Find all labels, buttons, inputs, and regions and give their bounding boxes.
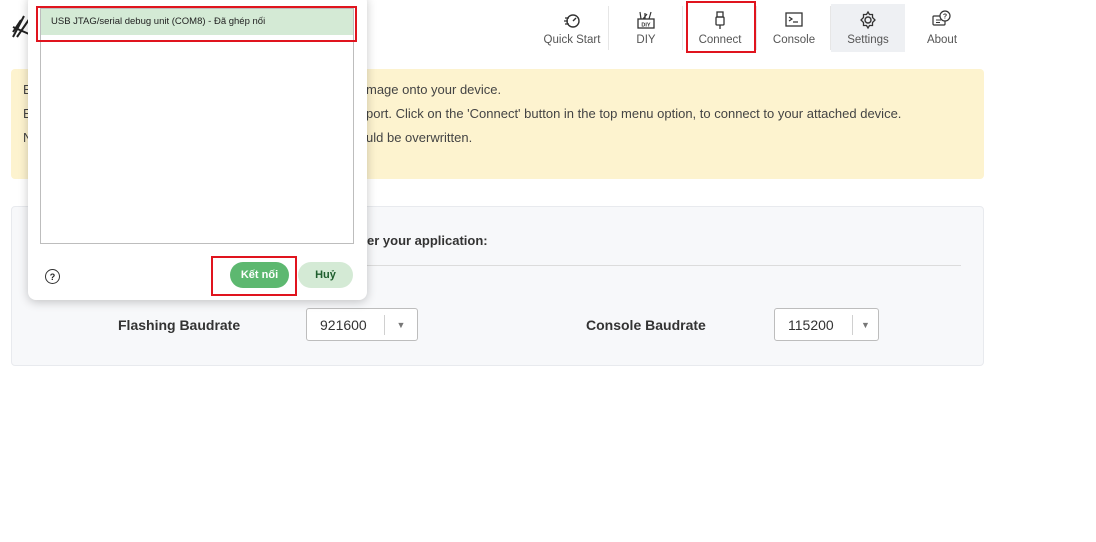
device-item[interactable]: USB JTAG/serial debug unit (COM8) - Đã g…: [41, 9, 353, 35]
flashing-baudrate-select[interactable]: 921600 ▼: [306, 308, 418, 341]
top-nav: Quick Start DIY DIY Connect Console Sett…: [535, 4, 979, 52]
nav-diy[interactable]: DIY DIY: [609, 4, 683, 52]
device-list[interactable]: USB JTAG/serial debug unit (COM8) - Đã g…: [40, 8, 354, 244]
cancel-button[interactable]: Huỷ: [298, 262, 353, 288]
nav-console[interactable]: Console: [757, 4, 831, 52]
nav-label: About: [926, 34, 958, 46]
help-icon[interactable]: ?: [45, 269, 60, 284]
console-baudrate-select[interactable]: 115200 ▼: [774, 308, 879, 341]
usb-icon: [709, 9, 731, 31]
console-baudrate-label: Console Baudrate: [586, 317, 706, 333]
nav-label: Quick Start: [543, 34, 601, 46]
terminal-icon: [783, 9, 805, 31]
divider: [357, 265, 961, 266]
nav-label: Console: [772, 34, 816, 46]
gear-icon: [857, 9, 879, 31]
nav-connect[interactable]: Connect: [683, 4, 757, 52]
nav-settings[interactable]: Settings: [831, 4, 905, 52]
nav-label: Settings: [847, 34, 889, 46]
info-chat-icon: ?: [931, 9, 953, 31]
serial-port-dialog: USB JTAG/serial debug unit (COM8) - Đã g…: [28, 0, 367, 300]
flashing-baudrate-label: Flashing Baudrate: [118, 317, 241, 333]
connect-button[interactable]: Kết nối: [230, 262, 289, 288]
rocket-icon: [561, 9, 583, 31]
chevron-down-icon: ▼: [861, 319, 870, 330]
select-value: 115200: [788, 316, 834, 333]
chevron-down-icon: ▼: [396, 319, 406, 330]
svg-text:DIY: DIY: [641, 23, 651, 29]
nav-quick-start[interactable]: Quick Start: [535, 4, 609, 52]
diy-icon: DIY: [635, 9, 657, 31]
nav-about[interactable]: ? About: [905, 4, 979, 52]
nav-label: DIY: [636, 34, 656, 46]
panel-title: er your application:: [367, 233, 488, 248]
svg-text:?: ?: [943, 14, 947, 21]
select-value: 921600: [320, 316, 367, 333]
nav-label: Connect: [698, 34, 742, 46]
